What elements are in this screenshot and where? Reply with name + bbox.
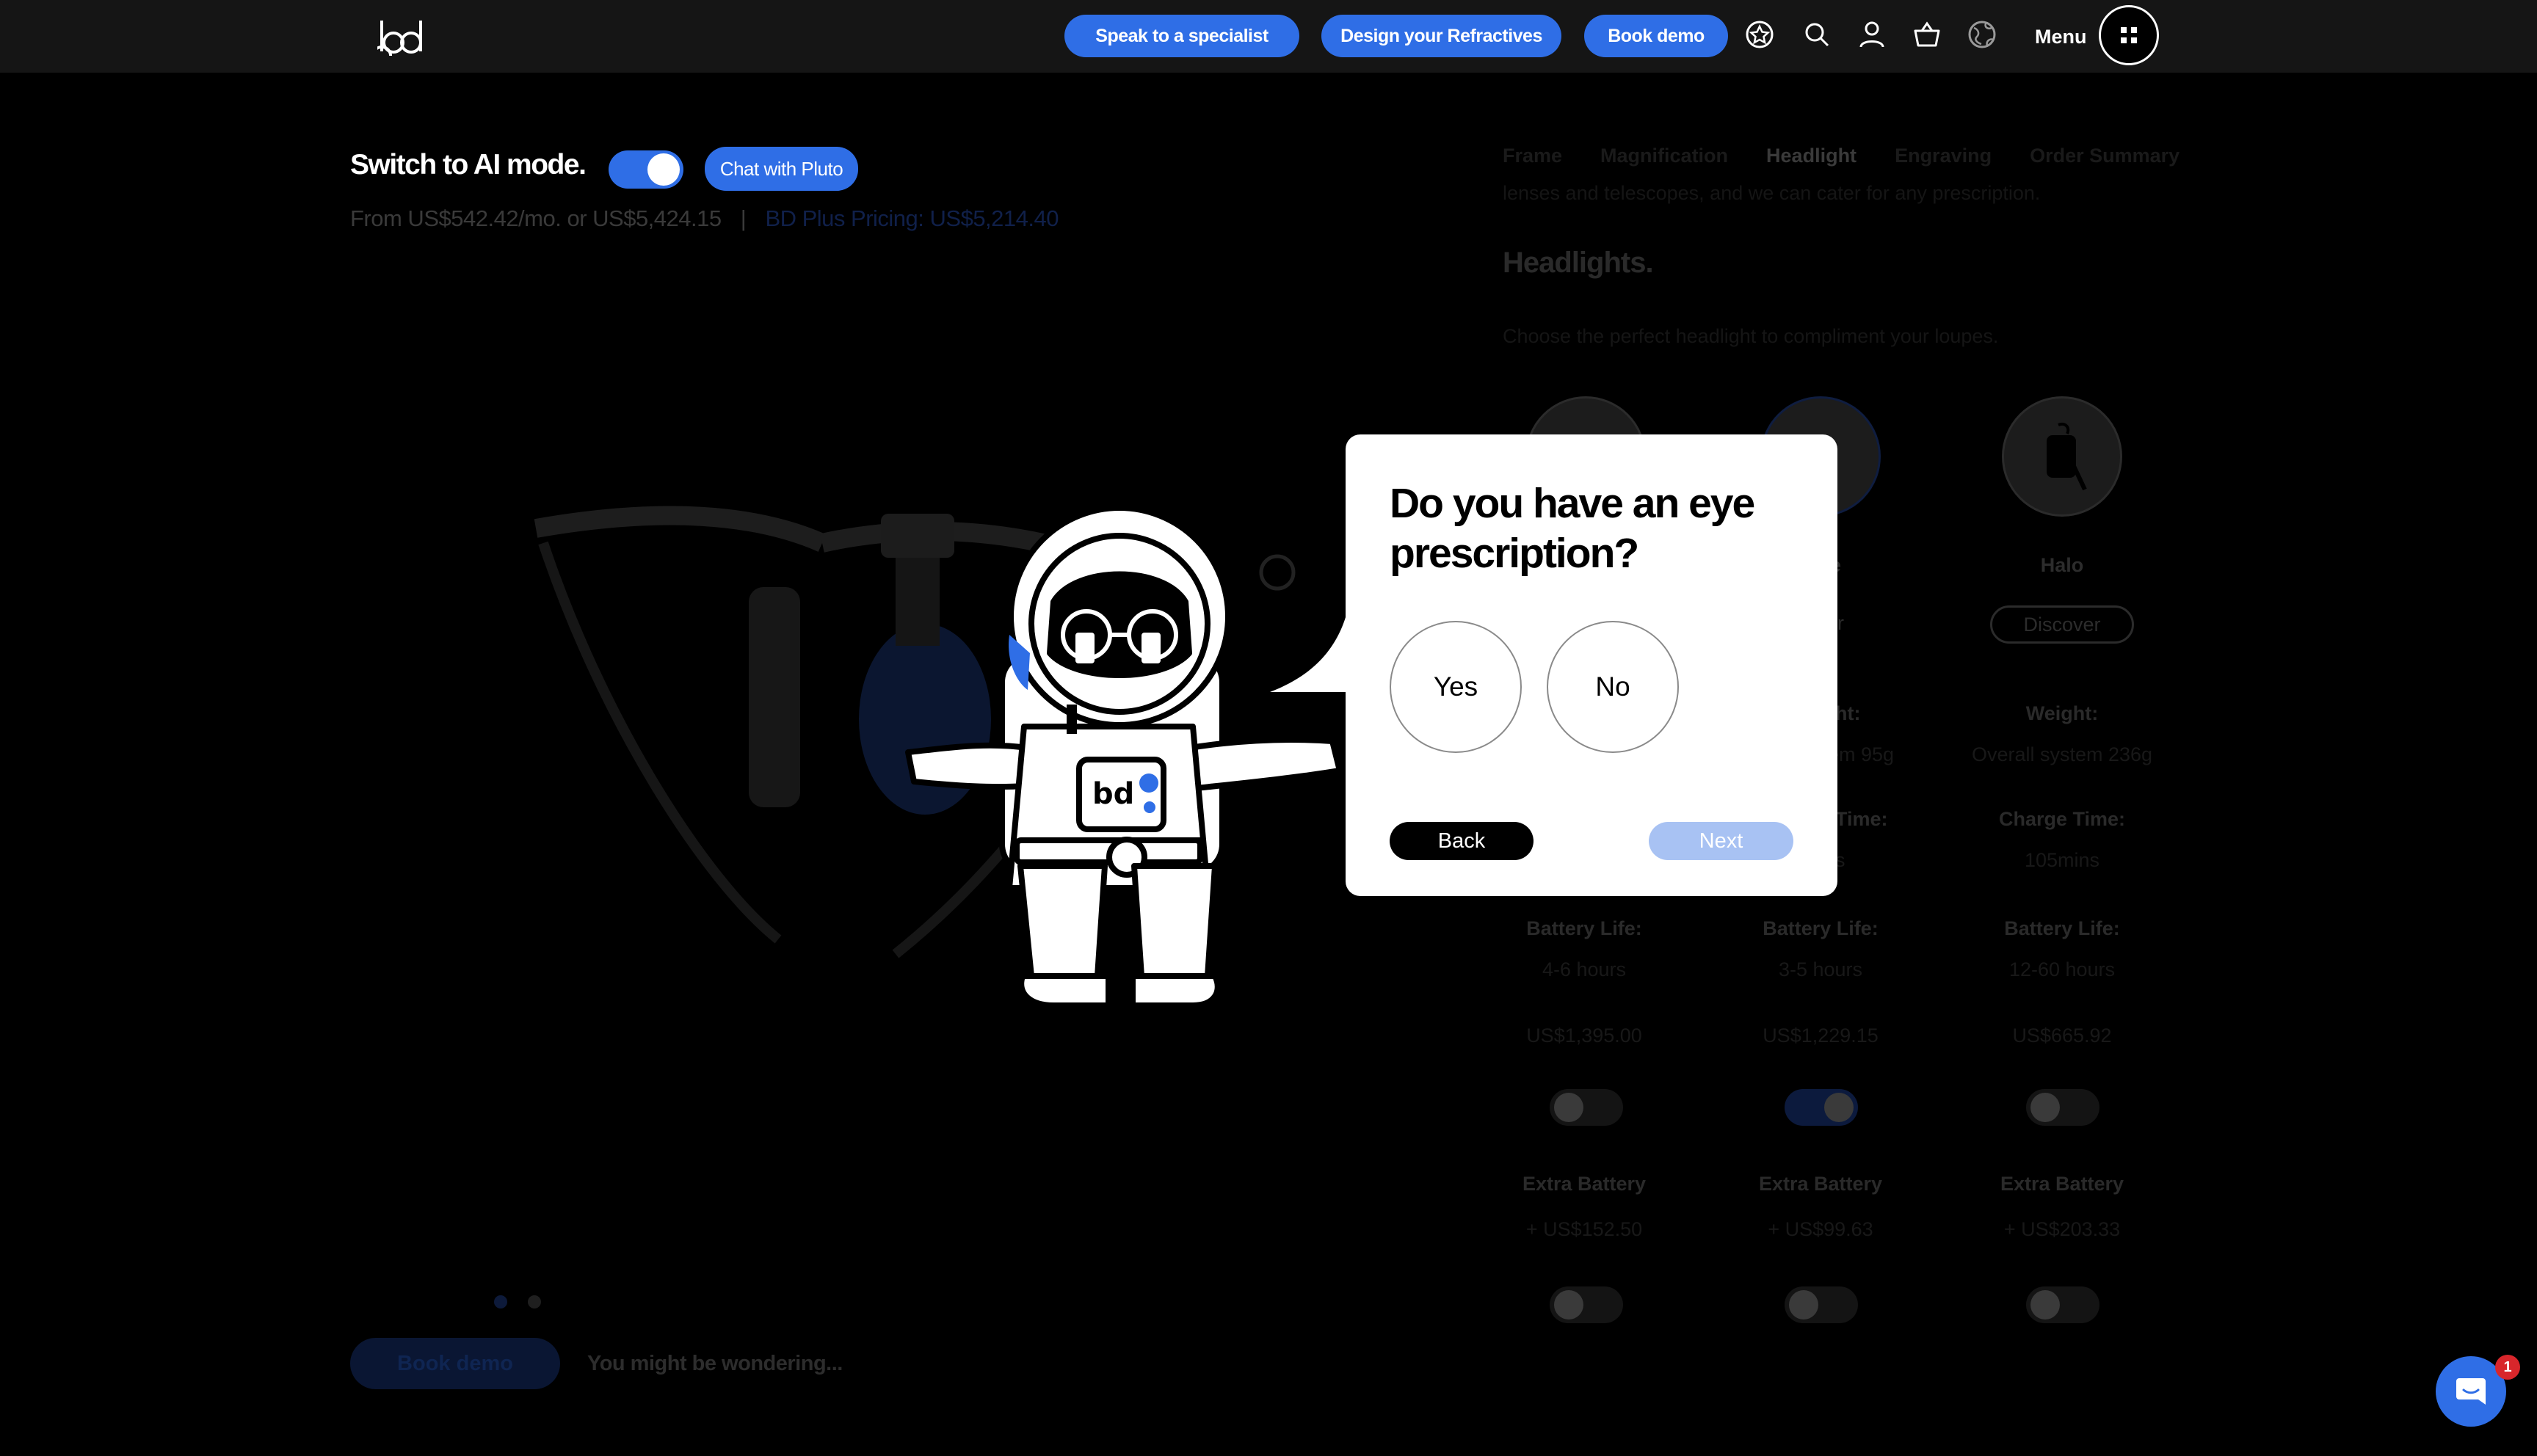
- step-order-summary[interactable]: Order Summary: [2030, 145, 2180, 167]
- step-magnification[interactable]: Magnification: [1600, 145, 1728, 167]
- price-separator: |: [740, 205, 747, 231]
- battery-life-value-3: 12-60 hours: [2008, 958, 2116, 980]
- price-from: From US$542.42/mo. or US$5,424.15: [350, 205, 722, 231]
- extra-battery-toggle-2[interactable]: [1785, 1286, 1858, 1323]
- ai-mode-label: Switch to AI mode.: [350, 149, 587, 181]
- headlight-name-3: Halo: [2040, 554, 2084, 576]
- headlight-select-toggle-3[interactable]: [2026, 1089, 2099, 1126]
- menu-button[interactable]: [2099, 5, 2159, 65]
- design-refractives-button[interactable]: Design your Refractives: [1321, 15, 1561, 57]
- weight-label-3: Weight:: [2025, 702, 2099, 724]
- headlight-select-toggle-1[interactable]: [1550, 1089, 1623, 1126]
- grid-dots-icon: [2121, 27, 2137, 43]
- step-frame[interactable]: Frame: [1503, 145, 1562, 167]
- step-engraving[interactable]: Engraving: [1895, 145, 1992, 167]
- speech-bubble-tail: [1270, 594, 1351, 692]
- modal-question: Do you have an eye prescription?: [1390, 480, 1755, 577]
- weight-value-2: em 95g: [1828, 743, 1895, 765]
- toggle-knob: [647, 153, 680, 186]
- chat-with-pluto-button[interactable]: Chat with Pluto: [705, 147, 858, 191]
- discover-button-3[interactable]: Discover: [1990, 605, 2134, 644]
- menu-label[interactable]: Menu: [2035, 26, 2087, 48]
- extra-battery-label-2: Extra Battery: [1758, 1173, 1883, 1195]
- basket-icon[interactable]: [1912, 19, 1942, 50]
- book-demo-nav-button[interactable]: Book demo: [1584, 15, 1728, 57]
- extra-battery-price-1: + US$152.50: [1525, 1218, 1643, 1240]
- extra-battery-toggle-3[interactable]: [2026, 1286, 2099, 1323]
- svg-text:bd: bd: [1092, 777, 1134, 811]
- battery-life-label-3: Battery Life:: [2004, 917, 2120, 939]
- top-navigation-bar: Speak to a specialist Design your Refrac…: [0, 0, 2537, 73]
- extra-battery-label-1: Extra Battery: [1522, 1173, 1647, 1195]
- speak-to-specialist-button[interactable]: Speak to a specialist: [1064, 15, 1299, 57]
- ai-mode-toggle[interactable]: [609, 150, 683, 189]
- notification-badge: 1: [2495, 1355, 2520, 1380]
- carousel-dot-2[interactable]: [528, 1295, 541, 1308]
- toggle-knob: [2030, 1290, 2060, 1320]
- user-icon[interactable]: [1857, 19, 1887, 50]
- star-badge-icon[interactable]: [1744, 19, 1775, 50]
- toggle-knob: [1789, 1290, 1818, 1320]
- toggle-knob: [1554, 1290, 1583, 1320]
- headlight-price-3: US$665.92: [2012, 1024, 2112, 1046]
- book-demo-bottom-button[interactable]: Book demo: [350, 1338, 560, 1389]
- toggle-knob: [1554, 1093, 1583, 1122]
- extra-battery-price-3: + US$203.33: [2003, 1218, 2121, 1240]
- charge-time-value-3: 105mins: [2024, 849, 2100, 871]
- headlights-title: Headlights.: [1503, 247, 1654, 279]
- extra-battery-label-3: Extra Battery: [2000, 1173, 2124, 1195]
- headlight-price-1: US$1,395.00: [1526, 1024, 1642, 1046]
- battery-life-label-1: Battery Life:: [1526, 917, 1642, 939]
- carousel-dot-1[interactable]: [494, 1295, 507, 1308]
- pluto-astronaut-mascot: bd: [905, 506, 1343, 1008]
- headlights-subtitle: Choose the perfect headlight to complime…: [1503, 325, 1999, 347]
- extra-battery-price-2: + US$99.63: [1768, 1218, 1873, 1240]
- globe-icon[interactable]: [1967, 19, 1997, 50]
- headlight-price-2: US$1,229.15: [1763, 1024, 1879, 1046]
- chat-bubble-icon: [2456, 1378, 2486, 1405]
- headlight-select-toggle-2[interactable]: [1785, 1089, 1858, 1126]
- next-button[interactable]: Next: [1649, 822, 1793, 860]
- back-button[interactable]: Back: [1390, 822, 1534, 860]
- battery-life-value-1: 4-6 hours: [1542, 958, 1627, 980]
- weight-label-2: ht:: [1835, 702, 1861, 724]
- no-option-button[interactable]: No: [1547, 621, 1679, 753]
- halo-battery-pack-icon: [2047, 423, 2087, 491]
- battery-life-value-2: 3-5 hours: [1778, 958, 1863, 980]
- bd-plus-pricing-link[interactable]: BD Plus Pricing: US$5,214.40: [765, 205, 1059, 231]
- step-headlight[interactable]: Headlight: [1766, 145, 1857, 167]
- yes-option-button[interactable]: Yes: [1390, 621, 1522, 753]
- charge-time-label-2: Time:: [1835, 808, 1888, 830]
- toggle-knob: [1824, 1093, 1854, 1122]
- bd-logo[interactable]: [377, 18, 427, 56]
- charge-time-label-3: Charge Time:: [1998, 808, 2126, 830]
- search-icon[interactable]: [1801, 19, 1832, 50]
- toggle-knob: [2030, 1093, 2060, 1122]
- battery-life-label-2: Battery Life:: [1763, 917, 1879, 939]
- headlight-intro: lenses and telescopes, and we can cater …: [1503, 182, 2041, 204]
- config-steps: Frame Magnification Headlight Engraving …: [1503, 145, 2180, 167]
- extra-battery-toggle-1[interactable]: [1550, 1286, 1623, 1323]
- price-summary: From US$542.42/mo. or US$5,424.15 | BD P…: [350, 205, 1059, 232]
- headlight-image-3[interactable]: [2002, 396, 2122, 517]
- you-might-be-wondering-link[interactable]: You might be wondering...: [587, 1352, 843, 1376]
- weight-value-3: Overall system 236g: [1971, 743, 2153, 765]
- prescription-question-modal: Do you have an eye prescription? Yes No …: [1346, 434, 1837, 896]
